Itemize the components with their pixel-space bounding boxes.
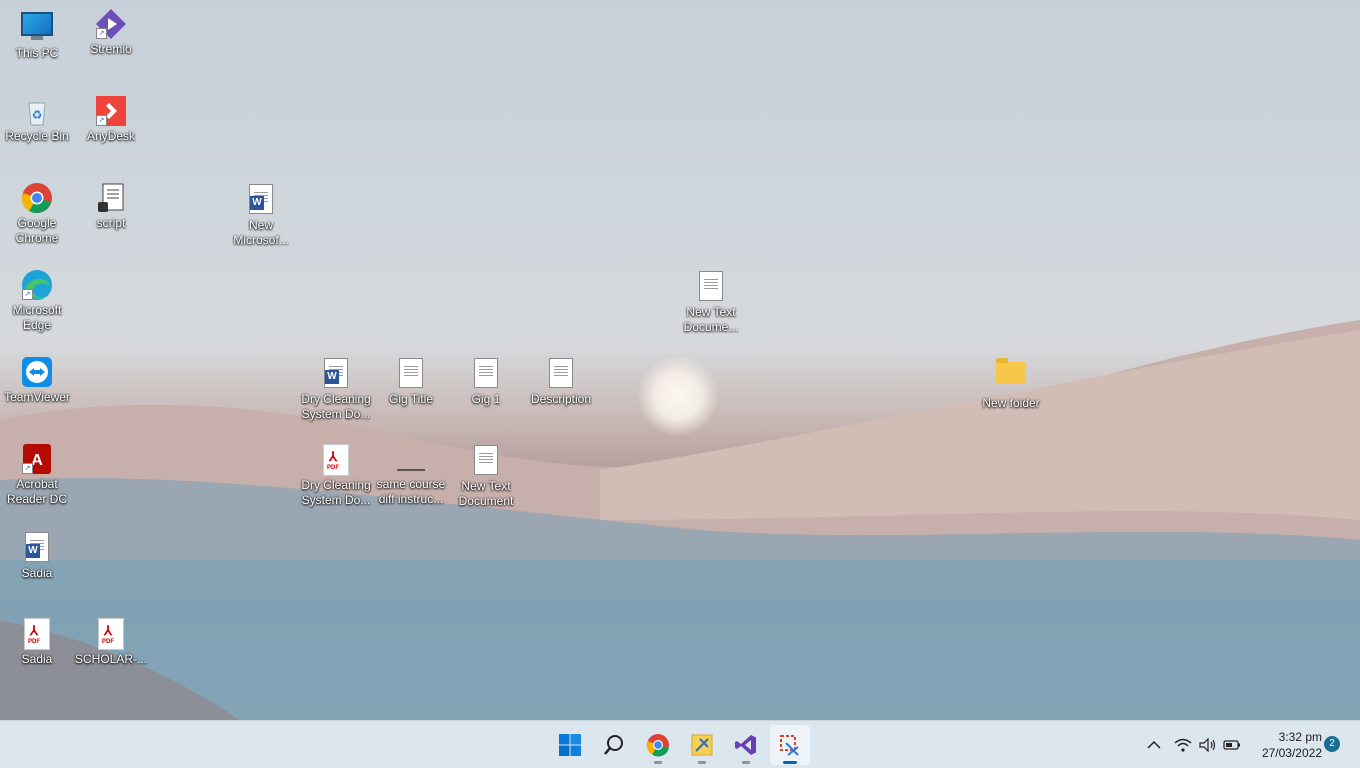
- chrome-icon: [646, 734, 669, 757]
- wifi-button[interactable]: [1170, 721, 1196, 768]
- icon-label: Gig Title: [388, 392, 433, 406]
- text-document-icon[interactable]: Gig 1: [449, 356, 523, 407]
- icon-label: Sadia: [21, 566, 53, 580]
- icon-label: New Text Docume...: [683, 305, 739, 334]
- battery-icon: [1223, 740, 1240, 750]
- wallpaper-sun: [638, 356, 718, 436]
- start-button[interactable]: [550, 725, 590, 765]
- snip-tools-icon: [691, 734, 713, 756]
- word-document-icon[interactable]: W New Microsof...: [224, 182, 298, 248]
- notification-badge[interactable]: 2: [1324, 736, 1340, 752]
- clock-date: 27/03/2022: [1261, 746, 1322, 760]
- visual-studio-icon: [735, 735, 756, 755]
- icon-label: same course diff instruc...: [376, 477, 446, 506]
- icon-label: AnyDesk: [86, 129, 136, 143]
- anydesk-icon[interactable]: ↗ AnyDesk: [74, 95, 148, 144]
- text-document-icon[interactable]: Gig Title: [374, 356, 448, 407]
- microsoft-edge-icon[interactable]: ↗ Microsoft Edge: [0, 269, 74, 333]
- icon-label: New folder: [982, 396, 1040, 410]
- teamviewer-icon[interactable]: TeamViewer: [0, 356, 74, 405]
- taskbar-chrome-button[interactable]: [638, 725, 678, 765]
- icon-label: Stremio: [90, 42, 132, 56]
- word-document-icon[interactable]: W Dry Cleaning System Do...: [299, 356, 373, 422]
- clock[interactable]: 3:32 pm 27/03/2022: [1252, 729, 1322, 761]
- icon-label: Microsoft Edge: [12, 303, 62, 332]
- file-shortcut-icon[interactable]: same course diff instruc...: [374, 443, 448, 507]
- icon-label: Description: [530, 392, 592, 406]
- taskbar-visual-studio-button[interactable]: [726, 725, 766, 765]
- chevron-up-icon: [1147, 740, 1161, 749]
- icon-label: TeamViewer: [4, 390, 70, 404]
- taskbar-snipping-tool-button[interactable]: [770, 725, 810, 765]
- battery-button[interactable]: [1220, 721, 1244, 768]
- icon-label: Dry Cleaning System Do...: [301, 478, 371, 507]
- windows-start-icon: [559, 734, 581, 756]
- svg-text:A: A: [31, 452, 43, 469]
- icon-label: New Text Document: [458, 479, 514, 508]
- acrobat-reader-icon[interactable]: A ↗ Acrobat Reader DC: [0, 443, 74, 507]
- google-chrome-icon[interactable]: Google Chrome: [0, 182, 74, 246]
- text-document-icon[interactable]: Description: [524, 356, 598, 407]
- icon-label: Recycle Bin: [5, 129, 69, 143]
- speaker-icon: [1199, 738, 1216, 752]
- icon-label: This PC: [15, 46, 59, 60]
- icon-label: New Microsof...: [233, 218, 289, 247]
- desktop: This PC ♻ Recycle Bin Google Chrome ↗ Mi…: [0, 0, 1360, 720]
- script-icon[interactable]: script: [74, 182, 148, 231]
- icon-label: Sadia: [21, 652, 53, 666]
- svg-text:♻: ♻: [32, 108, 43, 122]
- stremio-icon[interactable]: ↗ Stremio: [74, 8, 148, 57]
- icon-label: Dry Cleaning System Do...: [301, 392, 371, 421]
- volume-button[interactable]: [1196, 721, 1220, 768]
- icon-label: SCHOLAR-...: [74, 652, 147, 666]
- text-document-icon[interactable]: New Text Docume...: [674, 269, 748, 335]
- this-pc-icon[interactable]: This PC: [0, 8, 74, 61]
- icon-label: Acrobat Reader DC: [6, 477, 68, 506]
- text-document-icon[interactable]: New Text Document: [449, 443, 523, 509]
- search-icon: [604, 735, 623, 755]
- snipping-tool-icon: [780, 735, 799, 756]
- folder-icon[interactable]: New folder: [974, 356, 1048, 411]
- pdf-document-icon[interactable]: ⅄ PDF SCHOLAR-...: [74, 617, 148, 667]
- recycle-bin-icon[interactable]: ♻ Recycle Bin: [0, 95, 74, 144]
- icon-label: script: [96, 216, 126, 230]
- clock-time: 3:32 pm: [1278, 730, 1322, 744]
- taskbar: 3:32 pm 27/03/2022: [0, 720, 1360, 768]
- pdf-document-icon[interactable]: ⅄ PDF Sadia: [0, 617, 74, 667]
- word-document-icon[interactable]: W Sadia: [0, 530, 74, 581]
- wifi-icon: [1174, 738, 1192, 752]
- icon-label: Google Chrome: [15, 216, 59, 245]
- show-hidden-icons-button[interactable]: [1142, 721, 1166, 768]
- icon-label: Gig 1: [471, 392, 501, 406]
- taskbar-snip-tools-button[interactable]: [682, 725, 722, 765]
- search-button[interactable]: [594, 725, 634, 765]
- pdf-document-icon[interactable]: ⅄ PDF Dry Cleaning System Do...: [299, 443, 373, 508]
